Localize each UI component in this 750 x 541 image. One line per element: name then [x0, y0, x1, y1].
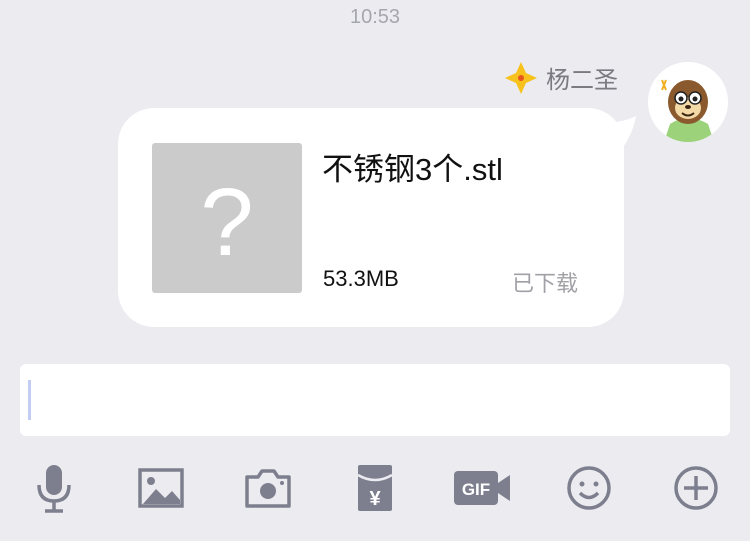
yen-symbol: ¥: [369, 488, 381, 510]
gif-label: GIF: [462, 480, 490, 499]
emoji-button[interactable]: [559, 458, 619, 518]
emoji-icon: [567, 466, 611, 510]
file-name: 不锈钢3个.stl: [322, 152, 503, 187]
file-thumbnail: ?: [152, 143, 302, 293]
unknown-file-icon: ?: [200, 169, 253, 276]
diamond-badge-icon: [504, 61, 538, 95]
text-caret: [28, 380, 31, 420]
sender-name: 杨二圣: [546, 67, 618, 94]
sender-row: 杨二圣: [504, 60, 618, 95]
plus-button[interactable]: [666, 458, 726, 518]
gif-button[interactable]: GIF: [452, 458, 512, 518]
image-button[interactable]: [131, 458, 191, 518]
download-status: 已下载: [511, 271, 578, 296]
red-packet-button[interactable]: ¥: [345, 458, 405, 518]
red-packet-yen-icon: ¥: [357, 465, 393, 511]
camera-button[interactable]: [238, 458, 298, 518]
sloth-avatar-icon: [648, 62, 728, 142]
input-toolbar: ¥ GIF: [0, 458, 750, 518]
camera-icon: [245, 469, 291, 508]
file-size: 53.3MB: [323, 266, 399, 291]
microphone-icon: [37, 465, 71, 513]
file-message-bubble[interactable]: ? 不锈钢3个.stl 53.3MB 已下载: [118, 108, 624, 327]
image-icon: [138, 468, 184, 508]
avatar[interactable]: [648, 62, 728, 142]
message-input[interactable]: [20, 364, 730, 436]
microphone-button[interactable]: [24, 458, 84, 518]
plus-icon: [674, 466, 718, 510]
timestamp: 10:53: [349, 6, 401, 28]
thumb-question-glyph: ?: [200, 169, 253, 276]
gif-icon: GIF: [454, 471, 510, 505]
